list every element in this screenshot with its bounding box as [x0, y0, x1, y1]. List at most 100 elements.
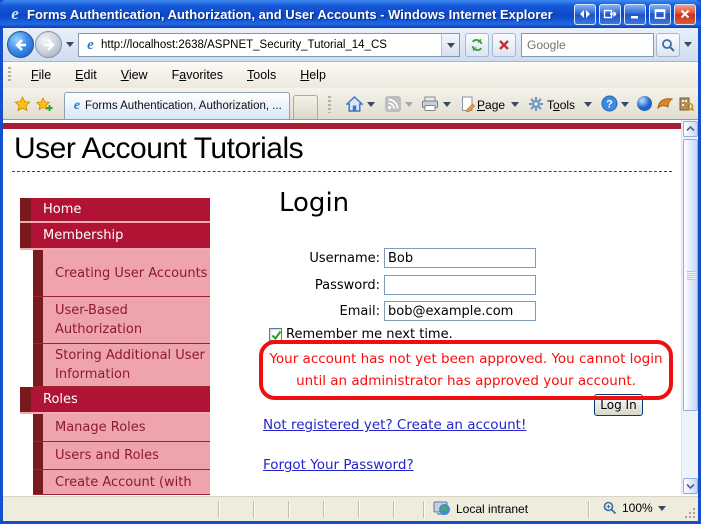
- minimize-icon: [631, 16, 638, 19]
- email-label: Email:: [339, 304, 380, 319]
- search-box[interactable]: [521, 33, 654, 57]
- stop-button[interactable]: [492, 33, 516, 57]
- minimize-button[interactable]: [624, 3, 646, 25]
- favorites-center-button[interactable]: [13, 95, 31, 112]
- username-field[interactable]: [384, 248, 536, 268]
- status-divider: [288, 501, 289, 518]
- page-menu-icon[interactable]: [459, 95, 477, 112]
- add-favorite-button[interactable]: [36, 95, 54, 112]
- tab-title: Forms Authentication, Authorization, ...: [85, 100, 282, 112]
- status-divider: [323, 501, 324, 518]
- tools-dropdown[interactable]: [584, 102, 592, 107]
- zoom-magnifier-icon: [603, 501, 617, 515]
- login-heading: Login: [279, 188, 350, 218]
- page-icon: e: [87, 36, 94, 53]
- password-field[interactable]: [384, 275, 536, 295]
- scroll-up-button[interactable]: [683, 121, 698, 137]
- scroll-down-button[interactable]: [683, 478, 698, 494]
- forgot-password-link[interactable]: Forgot Your Password?: [263, 457, 414, 473]
- password-label: Password:: [314, 278, 380, 293]
- addon-button-2[interactable]: [677, 95, 695, 112]
- maximize-button[interactable]: [649, 3, 671, 25]
- window-controls: [574, 3, 696, 25]
- menu-edit[interactable]: Edit: [63, 64, 109, 86]
- menu-file[interactable]: File: [19, 64, 63, 86]
- help-icon: ?: [601, 95, 617, 112]
- help-button[interactable]: ?: [600, 95, 618, 112]
- addon-button-1[interactable]: [656, 95, 674, 112]
- back-arrow-icon: [14, 38, 26, 51]
- chevron-up-icon: [686, 126, 695, 132]
- close-icon: [680, 9, 690, 19]
- menu-tools[interactable]: Tools: [235, 64, 288, 86]
- status-divider: [218, 501, 219, 518]
- browser-window: e Forms Authentication, Authorization, a…: [0, 0, 701, 524]
- zoom-dropdown[interactable]: [657, 505, 666, 511]
- messenger-addon-button[interactable]: [635, 95, 653, 112]
- home-dropdown[interactable]: [367, 102, 375, 107]
- title-bar: e Forms Authentication, Authorization, a…: [0, 0, 701, 28]
- help-dropdown[interactable]: [621, 102, 629, 107]
- print-dropdown[interactable]: [443, 102, 451, 107]
- forward-button[interactable]: [35, 31, 62, 58]
- new-tab-stub[interactable]: [293, 95, 318, 119]
- zoom-level: 100%: [622, 501, 653, 515]
- svg-text:?: ?: [606, 99, 613, 111]
- search-button[interactable]: [656, 33, 680, 57]
- close-button[interactable]: [674, 3, 696, 25]
- refresh-icon: [471, 38, 483, 52]
- star-icon: [13, 95, 31, 111]
- back-button[interactable]: [7, 31, 34, 58]
- window-body: e File Edit View Favorites: [3, 28, 698, 521]
- window-switch-button[interactable]: [574, 3, 596, 25]
- window-popout-button[interactable]: [599, 3, 621, 25]
- status-divider: [253, 501, 254, 518]
- username-label: Username:: [309, 251, 380, 266]
- menu-favorites[interactable]: Favorites: [160, 64, 235, 86]
- navigation-bar: e: [3, 28, 698, 62]
- page-menu-button[interactable]: Page: [477, 98, 505, 112]
- history-dropdown[interactable]: [66, 42, 74, 47]
- status-divider: [393, 501, 394, 518]
- address-bar[interactable]: e: [78, 33, 460, 57]
- search-input[interactable]: [522, 38, 653, 52]
- vertical-scrollbar[interactable]: [681, 120, 698, 495]
- status-bar: Local intranet 100%: [3, 495, 698, 521]
- status-divider: [358, 501, 359, 518]
- ie-logo-icon: e: [11, 4, 19, 23]
- forward-arrow-icon: [43, 38, 55, 51]
- address-dropdown-button[interactable]: [441, 34, 459, 56]
- star-plus-icon: [36, 96, 53, 111]
- scrollbar-thumb[interactable]: [683, 139, 698, 411]
- toolbar-separator: [328, 96, 331, 113]
- command-bar: e Forms Authentication, Authorization, .…: [3, 88, 698, 120]
- print-button[interactable]: [421, 95, 439, 112]
- home-button[interactable]: [345, 95, 363, 112]
- zoom-control[interactable]: 100%: [603, 501, 666, 515]
- tools-menu-button[interactable]: Tools: [547, 98, 575, 112]
- menu-view[interactable]: View: [109, 64, 160, 86]
- popout-icon: [603, 9, 617, 19]
- error-message: Your account has not yet been approved. …: [269, 351, 663, 389]
- menu-grip[interactable]: [8, 67, 11, 83]
- security-zone-indicator[interactable]: Local intranet: [433, 501, 528, 516]
- feeds-button[interactable]: [384, 95, 402, 112]
- zone-label: Local intranet: [456, 501, 529, 516]
- printer-icon: [422, 96, 438, 111]
- active-tab[interactable]: e Forms Authentication, Authorization, .…: [64, 92, 290, 119]
- feeds-dropdown[interactable]: [405, 102, 413, 107]
- window-title: Forms Authentication, Authorization, and…: [27, 6, 553, 22]
- login-section: Login Username: Password: Email: Remembe…: [3, 120, 681, 495]
- url-input[interactable]: [99, 39, 441, 51]
- menu-bar: File Edit View Favorites Tools Help: [3, 62, 698, 88]
- search-options-dropdown[interactable]: [684, 42, 692, 47]
- tools-menu-icon[interactable]: [527, 95, 545, 112]
- tab-favicon: e: [73, 98, 81, 113]
- resize-grip[interactable]: [693, 516, 695, 518]
- menu-help[interactable]: Help: [288, 64, 338, 86]
- page-dropdown[interactable]: [511, 102, 519, 107]
- email-field[interactable]: [384, 301, 536, 321]
- create-account-link[interactable]: Not registered yet? Create an account!: [263, 417, 526, 433]
- fox-icon: [657, 98, 674, 110]
- refresh-button[interactable]: [465, 33, 489, 57]
